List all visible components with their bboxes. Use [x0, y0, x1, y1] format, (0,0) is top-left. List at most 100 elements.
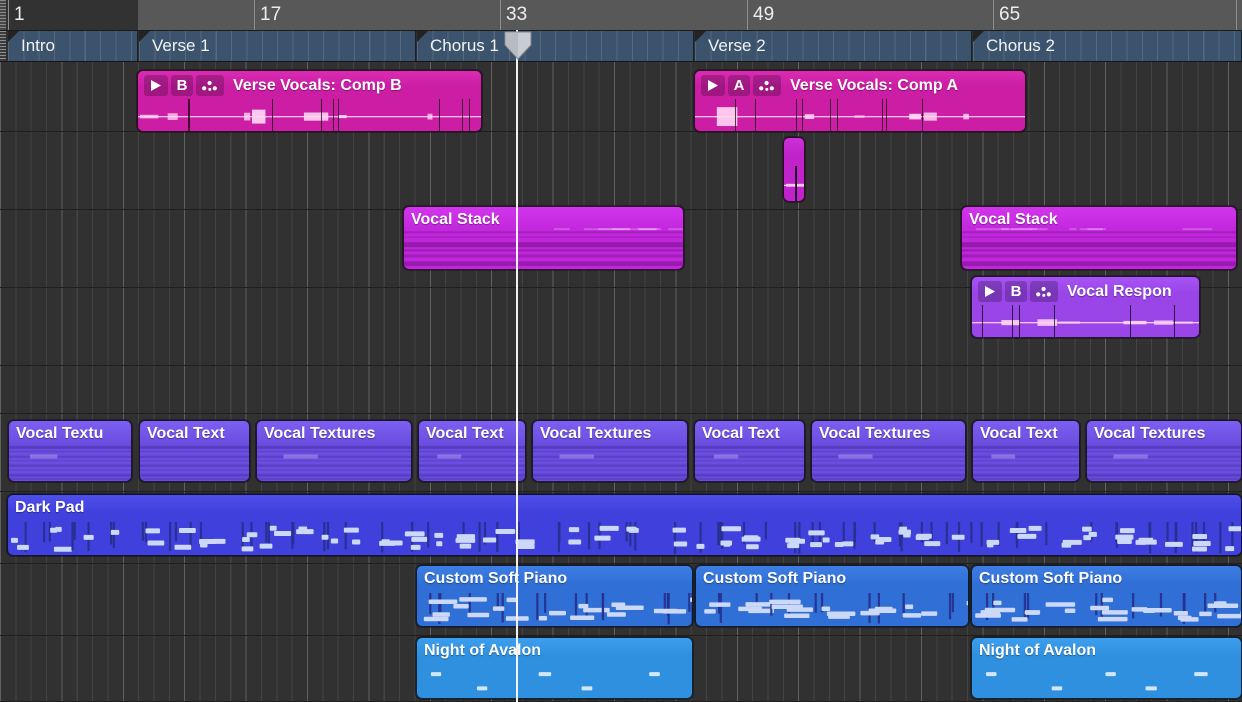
audio-waveform	[972, 305, 1199, 337]
take-split-line	[272, 99, 273, 131]
region-name: Custom Soft Piano	[424, 568, 567, 590]
region-name: Vocal Textures	[264, 423, 375, 445]
region-vocal-textures[interactable]: Vocal Text	[418, 420, 526, 482]
take-split-line	[321, 99, 322, 131]
audio-waveform	[695, 99, 1025, 131]
take-split-line	[735, 99, 736, 131]
region-custom-soft-piano[interactable]: Custom Soft Piano	[416, 565, 693, 627]
region-name: Vocal Textures	[819, 423, 930, 445]
take-split-line	[333, 99, 334, 131]
marker-fold-corner-icon[interactable]	[417, 31, 428, 42]
take-letter-badge[interactable]: A	[728, 75, 750, 96]
region-name: Night of Avalon	[979, 640, 1096, 662]
ruler-bar-number: 49	[753, 2, 774, 28]
region-name: Vocal Textu	[16, 423, 103, 445]
ruler-tick	[1236, 0, 1237, 30]
take-split-line	[886, 99, 887, 131]
region-vocal-textures[interactable]: Vocal Textures	[532, 420, 688, 482]
region-night-of-avalon[interactable]: Night of Avalon	[971, 637, 1242, 699]
region-vocal-textures[interactable]: Vocal Text	[972, 420, 1080, 482]
arrangement-window: 1173349658 IntroVerse 1Chorus 1Verse 2Ch…	[0, 0, 1242, 702]
marker-label: Verse 2	[708, 34, 766, 58]
marker-lane-grip	[0, 31, 6, 61]
comp-icon[interactable]	[196, 75, 224, 96]
marker-label: Chorus 1	[430, 34, 499, 58]
region-verse-vocals[interactable]: B Verse Vocals: Comp B	[137, 70, 482, 132]
marker-fold-corner-icon[interactable]	[8, 31, 19, 42]
ruler-bar-number: 1	[14, 2, 25, 28]
bar-ruler[interactable]: 1173349658	[0, 0, 1242, 31]
play-icon[interactable]	[701, 75, 725, 96]
region-header: B Verse Vocals: Comp B	[144, 75, 402, 96]
region-custom-soft-piano[interactable]: Custom Soft Piano	[971, 565, 1242, 627]
region-name: Vocal Text	[147, 423, 225, 445]
arrangement-marker-track[interactable]: Intro Verse 1 Chorus 1 Verse 2 Chorus 2	[0, 31, 1242, 62]
take-split-line	[469, 99, 470, 131]
take-split-line	[462, 99, 463, 131]
marker-label: Verse 1	[152, 34, 210, 58]
ruler-tick	[500, 0, 501, 30]
region-header: AVerse Vocals: Comp A	[701, 75, 958, 96]
region-vocal-textures[interactable]: Vocal Textures	[256, 420, 412, 482]
arrangement-marker[interactable]: Verse 2	[695, 31, 972, 61]
take-split-line	[837, 99, 838, 131]
region-vocal-response[interactable]: B Vocal Respon	[971, 276, 1200, 338]
region-name: Custom Soft Piano	[703, 568, 846, 590]
region-vocal-textures[interactable]: Vocal Text	[139, 420, 250, 482]
region-custom-soft-piano[interactable]: Custom Soft Piano	[695, 565, 969, 627]
region-vocal-double[interactable]	[783, 137, 805, 202]
take-split-line	[1019, 305, 1020, 337]
region-verse-vocals[interactable]: AVerse Vocals: Comp A	[694, 70, 1026, 132]
track-row[interactable]	[0, 366, 1242, 414]
take-letter-badge[interactable]: B	[171, 75, 193, 96]
marker-label: Chorus 2	[986, 34, 1055, 58]
region-name: Custom Soft Piano	[979, 568, 1122, 590]
track-area[interactable]: B Verse Vocals: Comp B AVerse Vocals: Comp…	[0, 62, 1242, 702]
region-vocal-textures[interactable]: Vocal Text	[694, 420, 805, 482]
take-split-line	[830, 99, 831, 131]
comp-icon[interactable]	[753, 75, 781, 96]
take-split-line	[439, 99, 440, 131]
ruler-bar-number: 65	[999, 2, 1020, 28]
region-vocal-stack[interactable]: Vocal Stack	[961, 206, 1237, 270]
region-dark-pad[interactable]: Dark Pad	[7, 494, 1242, 556]
comp-icon[interactable]	[1030, 281, 1058, 302]
region-name: Night of Avalon	[424, 640, 541, 662]
region-name: Dark Pad	[15, 497, 84, 519]
region-vocal-textures[interactable]: Vocal Textu	[8, 420, 132, 482]
region-name: Vocal Textures	[540, 423, 651, 445]
arrangement-marker[interactable]: Intro	[8, 31, 138, 61]
take-split-line	[795, 166, 796, 201]
play-icon[interactable]	[144, 75, 168, 96]
region-name: Verse Vocals: Comp B	[233, 77, 402, 95]
take-split-line	[796, 99, 797, 131]
region-vocal-textures[interactable]: Vocal Textures	[811, 420, 966, 482]
region-name: Vocal Textures	[1094, 423, 1205, 445]
region-header: B Vocal Respon	[978, 281, 1172, 302]
take-split-line	[882, 99, 883, 131]
take-split-line	[796, 166, 797, 201]
marker-fold-corner-icon[interactable]	[973, 31, 984, 42]
take-split-line	[755, 99, 756, 131]
take-split-line	[1174, 305, 1175, 337]
region-night-of-avalon[interactable]: Night of Avalon	[416, 637, 693, 699]
ruler-bar-number: 17	[260, 2, 281, 28]
take-split-line	[922, 99, 923, 131]
arrangement-marker[interactable]: Verse 1	[139, 31, 416, 61]
region-vocal-textures[interactable]: Vocal Textures	[1086, 420, 1242, 482]
marker-fold-corner-icon[interactable]	[695, 31, 706, 42]
take-split-line	[1012, 305, 1013, 337]
marker-fold-corner-icon[interactable]	[139, 31, 150, 42]
region-name: Vocal Stack	[411, 209, 500, 231]
arrangement-marker[interactable]: Chorus 1	[417, 31, 694, 61]
region-name: Vocal Respon	[1067, 283, 1172, 301]
region-vocal-stack[interactable]: Vocal Stack	[403, 206, 684, 270]
midi-notes	[8, 495, 1241, 556]
track-row[interactable]	[0, 132, 1242, 210]
arrangement-marker[interactable]: Chorus 2	[973, 31, 1242, 61]
audio-waveform	[784, 166, 804, 201]
ruler-grip	[0, 0, 6, 30]
play-icon[interactable]	[978, 281, 1002, 302]
take-split-line	[802, 99, 803, 131]
take-letter-badge[interactable]: B	[1005, 281, 1027, 302]
